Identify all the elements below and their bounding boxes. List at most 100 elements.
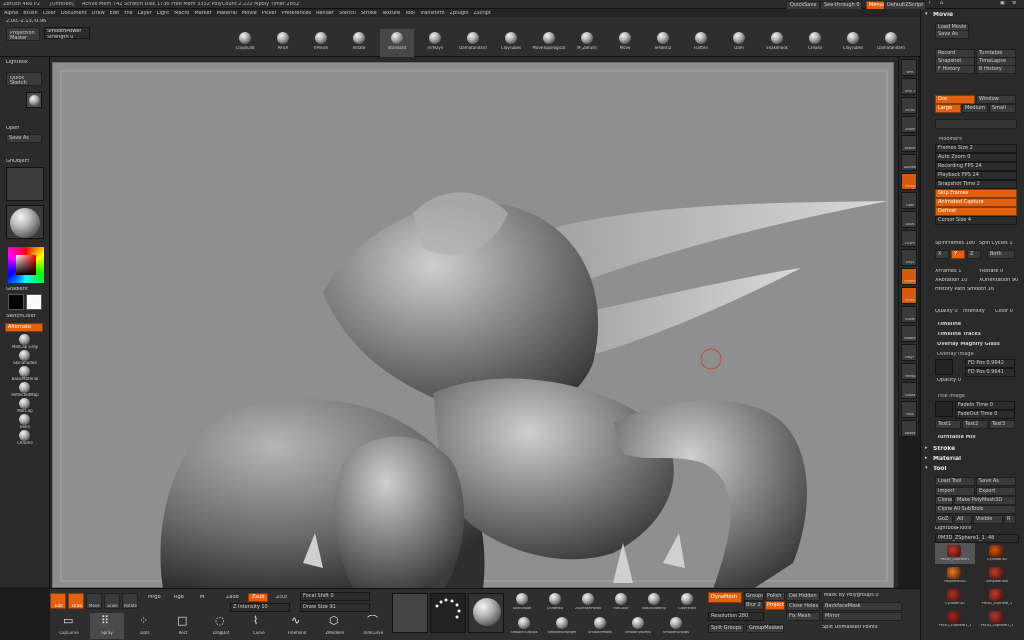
playback-fps-control[interactable]: Playback FPS 24 (935, 171, 1017, 180)
viewport-icon-floor[interactable]: Floor (901, 192, 917, 209)
viewport-icon-bpr[interactable]: BPR (901, 59, 917, 76)
menu-stroke[interactable]: Stroke (361, 11, 377, 16)
viewport-icon-zoom[interactable]: Zoom (901, 116, 917, 133)
material-list-item[interactable]: ReflectedMap (8, 382, 42, 398)
backface-mask-button[interactable]: BackfaceMask (822, 602, 902, 611)
title-image-header[interactable]: Title Image (937, 394, 965, 399)
fade-in-slider[interactable]: FadeIn Time 0 (955, 401, 1015, 410)
viewport-icon-polyf[interactable]: PolyF (901, 344, 917, 361)
viewport-icon-xpose[interactable]: Xpose (901, 420, 917, 437)
cursor-size-control[interactable]: Cursor Size 4 (935, 216, 1017, 225)
medium-button[interactable]: Medium (962, 104, 988, 113)
focal-shift-slider[interactable]: Focal Shift 0 (300, 592, 370, 601)
export-button[interactable]: Export (976, 487, 1016, 496)
viewport-icon-gxyz[interactable]: Gxyz (901, 249, 917, 266)
menu-transform[interactable]: Transform (420, 11, 445, 16)
blur-slider[interactable]: Blur 2 (744, 601, 764, 610)
small-button[interactable]: Small (989, 104, 1016, 113)
text1-button[interactable]: Text1 (935, 420, 961, 429)
clone-button[interactable]: Clone (935, 496, 953, 505)
viewport-icon-transp[interactable]: Transp (901, 363, 917, 380)
viewport-icon-ghost[interactable]: Ghost (901, 382, 917, 399)
text2-button[interactable]: Text2 (962, 420, 988, 429)
tool-pane-header[interactable]: ▾ Tool (923, 465, 1023, 474)
material-list-item[interactable]: BasicMaterial (8, 366, 42, 382)
m-button[interactable]: M (200, 595, 204, 600)
make-polymesh-button[interactable]: Make PolyMesh3D (954, 496, 1016, 505)
fd-pos-slider[interactable]: FD Pos 0.9642 (965, 359, 1015, 368)
primary-color-swatch[interactable] (8, 294, 24, 310)
stroke-tool-curve[interactable]: ⌇ Curve (242, 613, 276, 639)
viewport-icon-scale[interactable]: Scale (901, 306, 917, 323)
color-slider[interactable]: Color 0 (995, 309, 1013, 314)
axis-z-button[interactable]: Z (967, 250, 981, 259)
resolution-slider[interactable]: Resolution 280 (708, 612, 764, 621)
menu-color[interactable]: Color (43, 11, 56, 16)
brush-shelf-item[interactable]: Inflate (342, 29, 376, 57)
z-intensity-slider[interactable]: Z Intensity 10 (230, 603, 290, 612)
tool-palette-item[interactable]: PM3D_ZSphere1 (935, 543, 975, 564)
stroke-pane-header[interactable]: ▸ Stroke (923, 445, 1023, 454)
stroke-tool-rect[interactable]: □ Rect (166, 613, 200, 639)
b-history-button[interactable]: B History (976, 65, 1016, 74)
stroke-tool-dots[interactable]: ⁘ Dots (128, 613, 162, 639)
fade-out-slider[interactable]: FadeOut Time 0 (955, 410, 1015, 419)
brush-shelf-item[interactable]: DamStandard (874, 29, 908, 57)
material-slot[interactable] (468, 593, 504, 633)
menu-picker[interactable]: Picker (262, 11, 277, 16)
visible-button[interactable]: Visible (973, 515, 1003, 524)
smooth-brush-item[interactable]: SmoothGroups (658, 617, 694, 639)
overlay-thumb[interactable] (935, 359, 953, 375)
material-shelf-item[interactable]: FlatColor (605, 593, 637, 615)
brush-shelf-item[interactable]: M_ZBrush (570, 29, 604, 57)
tool-palette-item[interactable]: PM3D_ZSphere_1 (977, 587, 1017, 608)
overlay-image-header[interactable]: Overlay Image (937, 352, 974, 357)
viewport-icon-solo[interactable]: Solo (901, 401, 917, 418)
scale-button[interactable]: Scale (104, 593, 120, 609)
brush-shelf-item[interactable]: Move (608, 29, 642, 57)
brush-shelf-item[interactable]: TrimDyn (418, 29, 452, 57)
tool-palette-item[interactable]: Cylinder3D (935, 587, 975, 608)
y-rotate-slider[interactable]: YRotate 0 (979, 269, 1003, 274)
menu-texture[interactable]: Texture (382, 11, 400, 16)
mrgb-button[interactable]: Mrgb (148, 595, 161, 600)
menu-marker[interactable]: Marker (194, 11, 211, 16)
viewport-icon-local[interactable]: Local (901, 211, 917, 228)
quality-slider[interactable]: Quality 0 (935, 309, 958, 314)
material-list-item[interactable]: SkinShade4 (8, 350, 42, 366)
snapshot-time-control[interactable]: Snapshot Time 2 (935, 180, 1017, 189)
menu-tool[interactable]: Tool (405, 11, 415, 16)
menu-movie[interactable]: Movie (242, 11, 257, 16)
color-picker[interactable] (8, 247, 44, 283)
menu-alpha[interactable]: Alpha (4, 11, 18, 16)
zcut-button[interactable]: Zcut (276, 595, 287, 600)
brush-shelf-item[interactable]: Dam (722, 29, 756, 57)
material-list-item[interactable]: MatCap Gray (8, 334, 42, 350)
split-unmasked-button[interactable]: Split Unmasked Points (822, 625, 878, 630)
auto-zoom-control[interactable]: Auto Zoom 0 (935, 153, 1017, 162)
menu-document[interactable]: Document (61, 11, 87, 16)
menu-draw[interactable]: Draw (92, 11, 105, 16)
smooth-brush-item[interactable]: SmoothValleys (620, 617, 656, 639)
menu-brush[interactable]: Brush (23, 11, 37, 16)
viewport-icon-frame[interactable]: Frame (901, 268, 917, 285)
history-path-smooth-slider[interactable]: History Path Smooth 16 (935, 287, 994, 292)
brush-shelf-item[interactable]: ClayTubes (494, 29, 528, 57)
zsub-button[interactable]: Zsub (248, 593, 269, 602)
material-list-item[interactable]: MatCap (8, 398, 42, 414)
menu-zscript[interactable]: Zscript (474, 11, 491, 16)
clone-all-subtools-button[interactable]: Clone All SubTools (935, 505, 1016, 514)
x-orientation-slider[interactable]: XOrientation 90 (979, 278, 1018, 283)
brush-shelf-item[interactable]: Flatten (684, 29, 718, 57)
secondary-color-swatch[interactable] (26, 294, 42, 310)
doc-button[interactable]: Doc (935, 95, 975, 104)
material-pane-header[interactable]: ▸ Material (923, 455, 1023, 464)
viewport-icon-lsym[interactable]: LSym (901, 230, 917, 247)
stroke-tool-dragdot[interactable]: ◌ DragDot (204, 613, 238, 639)
defrost-control[interactable]: Defrost (935, 207, 1017, 216)
menu-render[interactable]: Render (316, 11, 334, 16)
viewport-icon-scroll[interactable]: Scroll (901, 97, 917, 114)
f-history-button[interactable]: F History (935, 65, 975, 74)
movie-header[interactable]: ▾ Movie (923, 12, 1023, 19)
split-groups-button[interactable]: Split Groups (708, 624, 744, 633)
